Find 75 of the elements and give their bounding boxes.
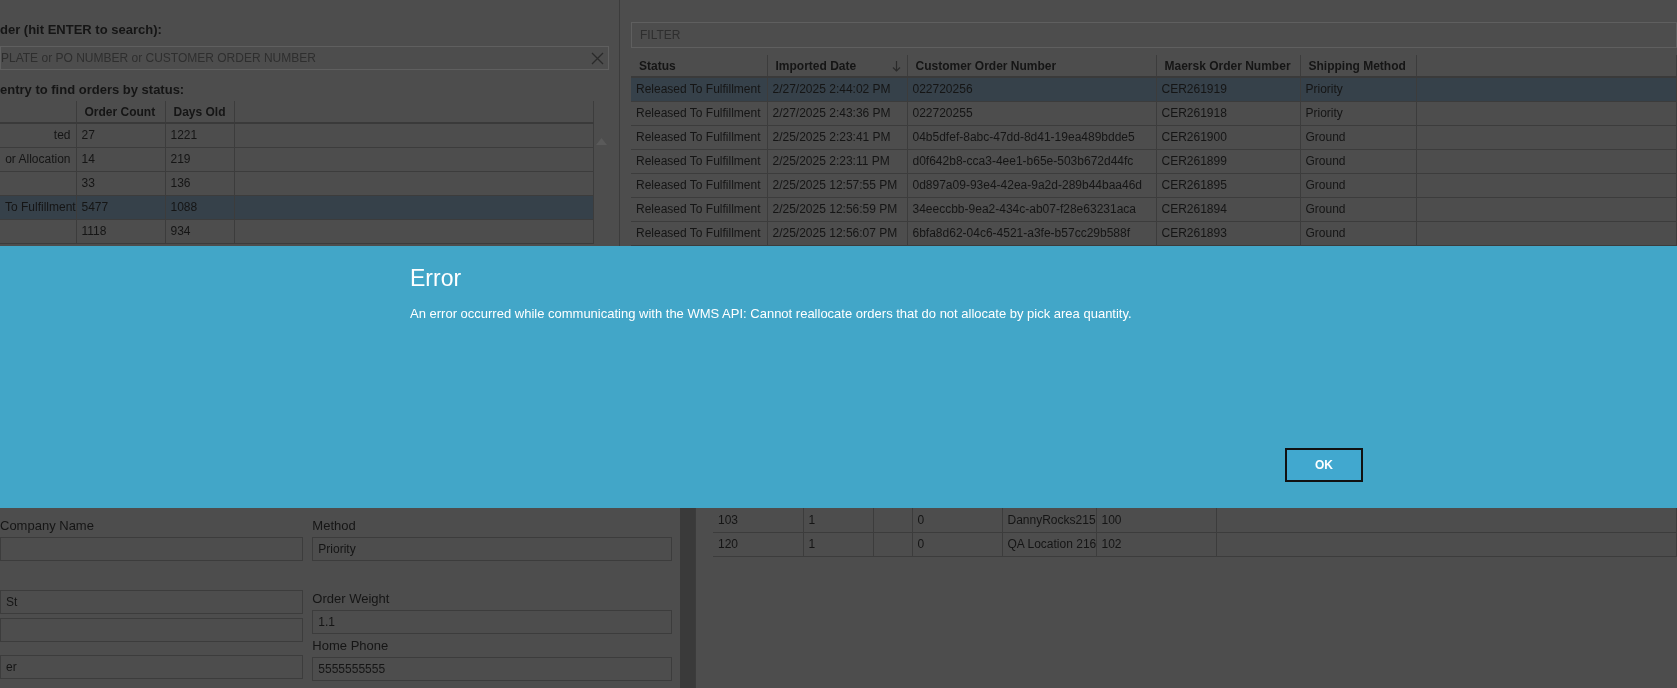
table-cell: Released To Fulfillment [636,226,761,240]
ok-button[interactable]: OK [1285,448,1363,482]
table-cell: CER261893 [1161,226,1227,240]
table-cell: 33 [81,176,95,190]
table-cell: DannyRocks215 [1007,512,1096,527]
clear-icon[interactable] [591,51,604,65]
table-cell: 2/25/2025 2:23:41 PM [772,130,891,144]
table-cell: 1118 [81,224,107,238]
table-cell: 27 [81,128,95,143]
table-cell: Released To Fulfillment [636,154,761,168]
table-row[interactable]: Released To Fulfillment 2/25/2025 2:23:11 PM d0f642b8-cca3-4ee1-b65e-503b672d44fc CER261899 Ground [631,149,1677,173]
table-cell: 219 [170,152,191,166]
table-cell: Ground [1305,154,1346,168]
table-row[interactable]: 33 136 [0,171,594,195]
table-cell: 2/25/2025 12:56:07 PM [772,226,898,240]
table-cell: 1 [808,512,816,527]
table-cell: 934 [170,224,191,238]
search-label: der (hit ENTER to search): [0,22,163,38]
text-field[interactable]: 5555555555 [312,657,672,681]
table-cell: 0 [917,537,925,551]
table-cell: 100 [1101,512,1122,527]
table-cell: 2/25/2025 2:23:11 PM [772,154,890,168]
table-cell: Released To Fulfillment [636,202,761,216]
table-cell: Ground [1305,202,1346,216]
table-cell: 120 [718,537,739,551]
table-row[interactable]: ted 27 1221 [0,123,594,147]
column-header[interactable]: Order Count [76,101,165,123]
table-row[interactable]: 1118 934 [0,219,594,243]
table-cell: Released To Fulfillment [636,130,761,144]
table-row[interactable]: Released To Fulfillment 2/25/2025 12:56:59 PM 34eeccbb-9ea2-434c-ab07-f28e63231aca CER261894 Ground [631,197,1677,221]
text-field[interactable]: St [0,590,304,614]
column-header[interactable]: Days Old [165,101,234,123]
field-label: Order Weight [312,591,391,607]
table-cell: CER261894 [1161,202,1227,216]
text-field[interactable]: er [0,655,304,679]
table-cell: 1221 [170,128,198,143]
table-cell: Ground [1305,226,1346,240]
table-cell: 0 [917,512,925,527]
field-label: Company Name [0,518,95,534]
table-row[interactable]: Released To Fulfillment 2/25/2025 12:57:55 PM 0d897a09-93e4-42ea-9a2d-289b44baa46d CER261895 Ground [631,173,1677,197]
text-field[interactable]: Priority [312,537,672,561]
table-row[interactable]: Released To Fulfillment 2/25/2025 2:23:41 PM 04b5dfef-8abc-47dd-8d41-19ea489bdde5 CER261900 Ground [631,125,1677,149]
table-cell: 34eeccbb-9ea2-434c-ab07-f28e63231aca [912,202,1136,216]
table-cell: 2/27/2025 2:43:36 PM [772,106,891,120]
table-cell: Ground [1305,178,1346,192]
table-cell: 1 [808,537,816,551]
table-cell: d0f642b8-cca3-4ee1-b65e-503b672d44fc [912,154,1134,168]
table-cell: 14 [81,152,95,166]
table-cell: Priority [1305,106,1343,120]
table-cell: 2/25/2025 12:56:59 PM [772,202,898,216]
table-cell: 102 [1101,537,1122,551]
table-cell: 2/25/2025 12:57:55 PM [772,178,898,192]
table-cell: 136 [170,176,191,190]
table-cell: CER261918 [1161,106,1227,120]
table-cell: 04b5dfef-8abc-47dd-8d41-19ea489bdde5 [912,130,1135,144]
table-row[interactable]: Released To Fulfillment 2/27/2025 2:43:36 PM 022720255 CER261918 Priority [631,101,1677,125]
table-cell: CER261899 [1161,154,1227,168]
text-field[interactable]: 1.1 [312,610,672,634]
table-cell: Ground [1305,130,1346,144]
table-cell: 6bfa8d62-04c6-4521-a3fe-b57cc29b588f [912,226,1130,240]
field-label: Home Phone [312,638,390,654]
status-filter-label: entry to find orders by status: [0,82,186,98]
table-cell: 103 [718,512,739,527]
table-cell: ted [53,128,71,143]
table-row[interactable]: Released To Fulfillment 2/25/2025 12:56:07 PM 6bfa8d62-04c6-4521-a3fe-b57cc29b588f CER261893 Ground [631,221,1677,245]
error-message: An error occurred while communicating with the WMS API: Cannot reallocate orders that do not allocate by pick area quantity. [410,305,1133,323]
table-cell: CER261895 [1161,178,1227,192]
table-cell: 022720255 [912,106,973,120]
field-label: Method [312,518,357,534]
table-cell: CER261900 [1161,130,1227,144]
table-cell: Released To Fulfillment [636,178,761,192]
table-cell: Released To Fulfillment [636,106,761,120]
dialog-title: Error [410,264,463,292]
table-cell: QA Location 216 [1007,537,1097,551]
table-cell: 0d897a09-93e4-42ea-9a2d-289b44baa46d [912,178,1143,192]
